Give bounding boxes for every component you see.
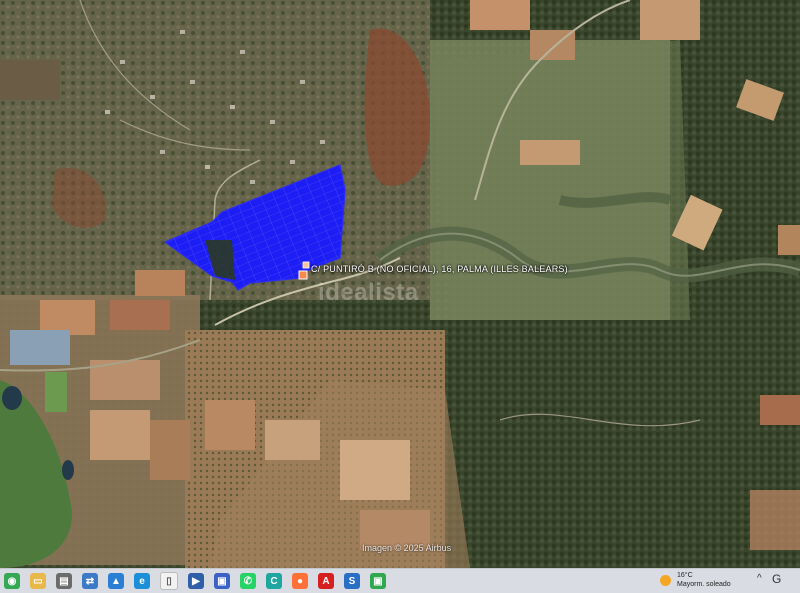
network-icon[interactable]: ⇄ — [82, 573, 98, 589]
location-pin — [298, 270, 308, 280]
weather-desc: Mayorm. soleado — [677, 581, 731, 588]
watermark: idealista — [318, 279, 419, 306]
weather-widget[interactable]: 16°C Mayorm. soleado — [660, 571, 731, 589]
document-icon[interactable]: ▯ — [160, 572, 178, 590]
acrobat-icon[interactable]: A — [318, 573, 334, 589]
file-explorer-icon[interactable]: ▭ — [30, 573, 46, 589]
app-s-icon[interactable]: S — [344, 573, 360, 589]
tray-app-icon[interactable]: G — [772, 572, 781, 586]
save-icon[interactable]: ▣ — [214, 573, 230, 589]
app-c-icon[interactable]: C — [266, 573, 282, 589]
imagery-copyright: Imagen © 2025 Airbus — [362, 543, 452, 553]
address-label: C/ PUNTIRÓ B (NO OFICIAL), 16, PALMA (IL… — [311, 264, 568, 274]
media-player-icon[interactable]: ▶ — [188, 573, 204, 589]
weather-temp: 16°C — [677, 572, 693, 579]
taskbar: ◉ ▭ ▤ ⇄ ▲ e ▯ ▶ ▣ ✆ C ● A S ▣ 16°C Mayorm. soleado ^ G — [0, 568, 800, 593]
printer-icon[interactable]: ▤ — [56, 573, 72, 589]
sun-icon — [660, 574, 671, 586]
chrome-icon[interactable]: ◉ — [4, 573, 20, 589]
app-image-icon[interactable]: ▣ — [370, 573, 386, 589]
edge-icon[interactable]: e — [134, 573, 150, 589]
caret-up-icon[interactable]: ^ — [757, 573, 762, 584]
satellite-map[interactable]: C/ PUNTIRÓ B (NO OFICIAL), 16, PALMA (IL… — [0, 0, 800, 568]
firefox-icon[interactable]: ● — [292, 573, 308, 589]
whatsapp-icon[interactable]: ✆ — [240, 573, 256, 589]
photos-icon[interactable]: ▲ — [108, 573, 124, 589]
